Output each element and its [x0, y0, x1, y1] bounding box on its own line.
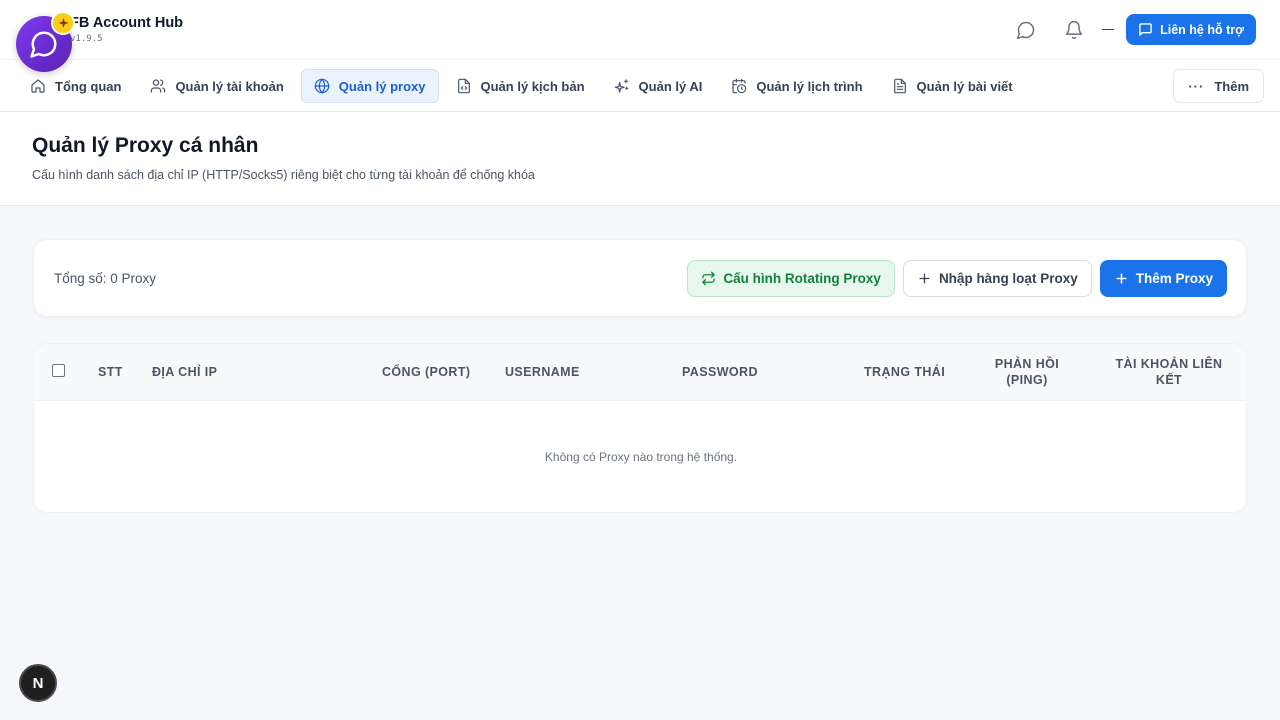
col-stt[interactable]: STT: [98, 365, 123, 379]
nav-item-accounts[interactable]: Quản lý tài khoản: [138, 69, 295, 103]
message-icon[interactable]: [1012, 16, 1040, 44]
total-count: Tổng số: 0 Proxy: [54, 271, 157, 286]
nav-item-label: Quản lý bài viết: [916, 78, 1013, 94]
sparkles-icon: [614, 79, 628, 93]
nav-item-label: Tổng quan: [55, 78, 122, 94]
proxy-table: STT Địa chỉ IP Cổng (Port) Username Pass…: [33, 343, 1247, 513]
chat-bubble-icon: [30, 31, 57, 58]
col-linked-accounts[interactable]: Tài khoản liên kết: [1104, 356, 1234, 388]
table-header: STT Địa chỉ IP Cổng (Port) Username Pass…: [34, 344, 1246, 401]
main-nav: Tổng quan Quản lý tài khoản Quản lý prox…: [0, 60, 1280, 112]
col-ip[interactable]: Địa chỉ IP: [152, 365, 217, 379]
users-icon: [151, 79, 166, 93]
sparkle-badge-icon: [51, 11, 75, 35]
chat-square-icon: [1139, 23, 1152, 36]
app-header: FB Account Hub v1.9.5 Liên hệ hỗ trợ: [0, 0, 1280, 60]
more-button[interactable]: ··· Thêm: [1173, 69, 1264, 103]
plus-icon: [1116, 273, 1127, 284]
col-username[interactable]: Username: [505, 365, 580, 379]
nav-item-label: Quản lý kịch bản: [480, 78, 585, 94]
repeat-icon: [702, 271, 716, 286]
nav-item-proxy[interactable]: Quản lý proxy: [300, 69, 439, 103]
col-status[interactable]: Trạng thái: [864, 365, 945, 379]
page-header: Quản lý Proxy cá nhân Cấu hình danh sách…: [0, 112, 1280, 206]
calendar-clock-icon: [732, 78, 747, 94]
support-button-label: Liên hệ hỗ trợ: [1160, 22, 1244, 37]
rotating-proxy-button[interactable]: Cấu hình Rotating Proxy: [687, 260, 895, 297]
add-proxy-label: Thêm Proxy: [1135, 271, 1213, 286]
add-proxy-button[interactable]: Thêm Proxy: [1099, 260, 1227, 297]
nav-item-posts[interactable]: Quản lý bài viết: [880, 69, 1025, 103]
nav-item-label: Quản lý AI: [638, 78, 703, 94]
page-subtitle: Cấu hình danh sách địa chỉ IP (HTTP/Sock…: [32, 168, 535, 182]
more-button-label: Thêm: [1214, 78, 1249, 94]
nav-item-scripts[interactable]: Quản lý kịch bản: [444, 69, 597, 103]
plus-icon: [919, 273, 930, 284]
nav-item-label: Quản lý lịch trình: [756, 78, 863, 94]
select-all-checkbox[interactable]: [52, 364, 65, 377]
page-title: Quản lý Proxy cá nhân: [32, 134, 259, 157]
col-ping[interactable]: Phản hồi (Ping): [982, 356, 1072, 388]
empty-state-text: Không có Proxy nào trong hệ thống.: [544, 450, 738, 464]
proxy-toolbar: Tổng số: 0 Proxy Cấu hình Rotating Proxy…: [33, 239, 1247, 317]
home-icon: [31, 79, 45, 93]
app-version: v1.9.5: [70, 34, 103, 44]
col-port[interactable]: Cổng (Port): [382, 365, 470, 379]
nav-item-label: Quản lý tài khoản: [175, 78, 284, 94]
col-password[interactable]: Password: [682, 365, 758, 379]
nextjs-dev-button[interactable]: N: [19, 664, 57, 702]
nav-item-label: Quản lý proxy: [338, 78, 426, 94]
globe-icon: [314, 78, 330, 94]
minimize-dash[interactable]: [1102, 28, 1115, 31]
support-button[interactable]: Liên hệ hỗ trợ: [1126, 14, 1256, 45]
bulk-import-label: Nhập hàng loạt Proxy: [938, 271, 1078, 286]
rotating-proxy-label: Cấu hình Rotating Proxy: [723, 271, 881, 286]
more-dots-icon: ···: [1188, 78, 1205, 94]
file-text-icon: [893, 78, 906, 94]
nav-item-schedule[interactable]: Quản lý lịch trình: [719, 69, 874, 103]
brand: FB Account Hub v1.9.5: [70, 15, 183, 44]
nav-item-ai[interactable]: Quản lý AI: [602, 69, 715, 103]
nav-item-overview[interactable]: Tổng quan: [18, 69, 133, 103]
file-code-icon: [457, 78, 470, 94]
bell-icon[interactable]: [1060, 16, 1088, 44]
app-title: FB Account Hub: [70, 15, 184, 31]
bulk-import-button[interactable]: Nhập hàng loạt Proxy: [902, 260, 1092, 297]
